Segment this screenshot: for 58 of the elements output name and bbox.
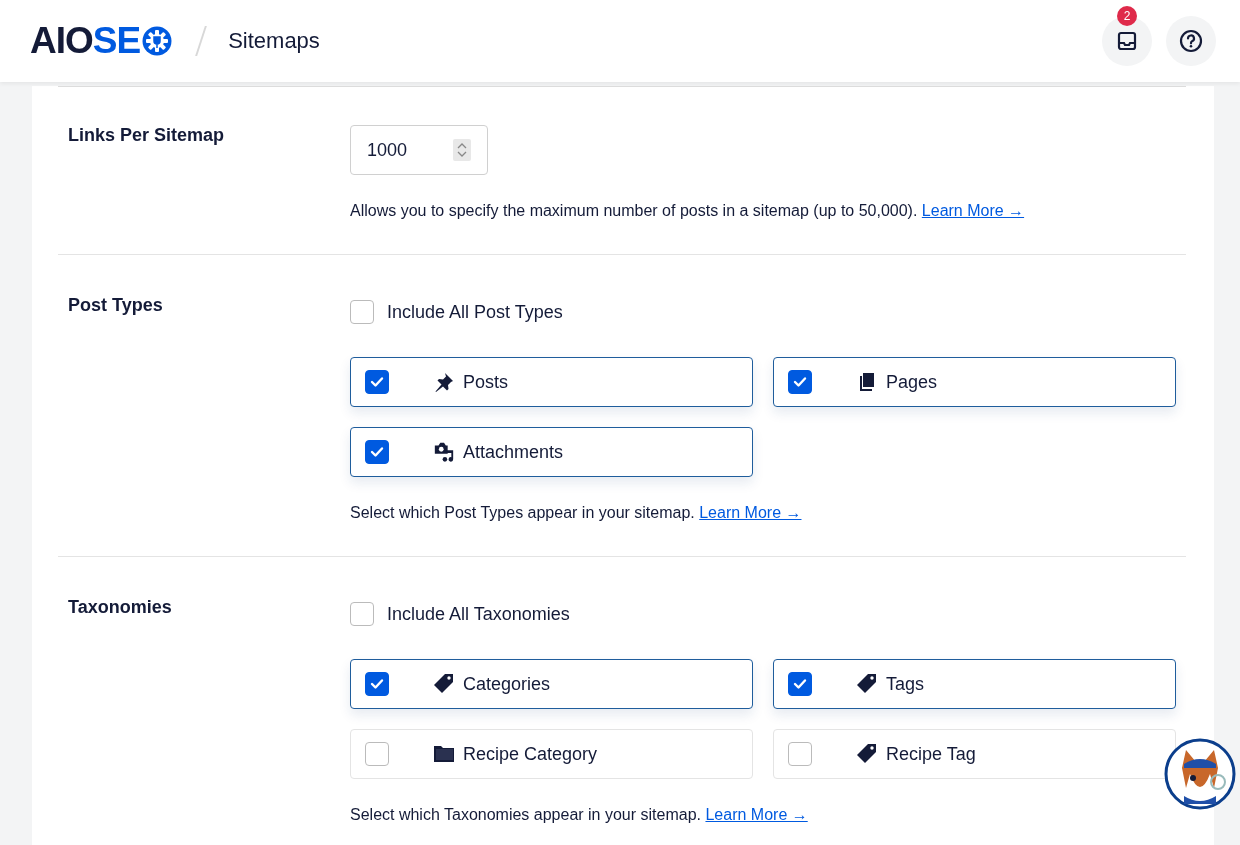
checkbox[interactable]: [350, 300, 374, 324]
notification-count: 2: [1117, 6, 1137, 26]
option-card[interactable]: Tags: [773, 659, 1176, 709]
number-field[interactable]: 1000: [350, 125, 488, 175]
pushpin-icon: [434, 372, 454, 392]
option-card[interactable]: Pages: [773, 357, 1176, 407]
tag-icon: [856, 673, 878, 695]
option-card[interactable]: Recipe Tag: [773, 729, 1176, 779]
checkbox[interactable]: [788, 742, 812, 766]
checkbox-label: Include All Taxonomies: [387, 603, 570, 625]
check-icon: [370, 376, 384, 388]
logo-text: SE: [92, 20, 141, 62]
folder-icon: [433, 745, 455, 763]
option-card[interactable]: Categories: [350, 659, 753, 709]
checkbox-label: Include All Post Types: [387, 301, 563, 323]
learn-more-link[interactable]: Learn More →: [705, 806, 808, 823]
help-text: Select which Post Types appear in your sitemap. Learn More →: [350, 504, 803, 522]
check-icon: [370, 446, 384, 458]
option-label: Tags: [886, 673, 925, 695]
logo-text: AIO: [30, 20, 93, 62]
camera-music-icon: [433, 441, 455, 463]
documents-icon: [858, 372, 876, 392]
option-card[interactable]: Recipe Category: [350, 729, 753, 779]
spinner-icon: [453, 139, 471, 161]
check-icon: [793, 678, 807, 690]
checkbox[interactable]: [788, 370, 812, 394]
checkbox[interactable]: [365, 742, 389, 766]
setting-label: Taxonomies: [68, 597, 172, 617]
help-text: Select which Taxonomies appear in your sitemap. Learn More →: [350, 806, 809, 824]
setting-label: Post Types: [68, 295, 163, 315]
checkbox[interactable]: [365, 440, 389, 464]
option-label: Recipe Tag: [886, 743, 976, 765]
help-text: Allows you to specify the maximum number of posts in a sitemap (up to 50,000). Learn More →: [350, 202, 1026, 220]
checkbox[interactable]: [350, 602, 374, 626]
setting-label: Links Per Sitemap: [68, 125, 225, 145]
learn-more-link[interactable]: Learn More →: [921, 202, 1025, 219]
field-value: 1000: [367, 139, 409, 161]
checkbox[interactable]: [365, 672, 389, 696]
help-icon: [1179, 29, 1203, 53]
inbox-icon: [1117, 31, 1137, 51]
tag-icon: [433, 673, 455, 695]
option-label: Pages: [886, 371, 938, 393]
option-label: Attachments: [463, 441, 564, 463]
check-icon: [793, 376, 807, 388]
check-icon: [370, 678, 384, 690]
checkbox[interactable]: [365, 370, 389, 394]
page-title: Sitemaps: [228, 28, 320, 54]
checkbox[interactable]: [788, 672, 812, 696]
tag-icon: [856, 743, 878, 765]
help-button[interactable]: [1166, 16, 1216, 66]
option-label: Recipe Category: [463, 743, 598, 765]
option-label: Posts: [463, 371, 509, 393]
option-label: Categories: [463, 673, 551, 695]
mascot-drawing[interactable]: [1164, 738, 1236, 810]
gear-icon: [142, 26, 173, 56]
learn-more-link[interactable]: Learn More →: [699, 504, 802, 521]
option-card[interactable]: Attachments: [350, 427, 753, 477]
option-card[interactable]: Posts: [350, 357, 753, 407]
